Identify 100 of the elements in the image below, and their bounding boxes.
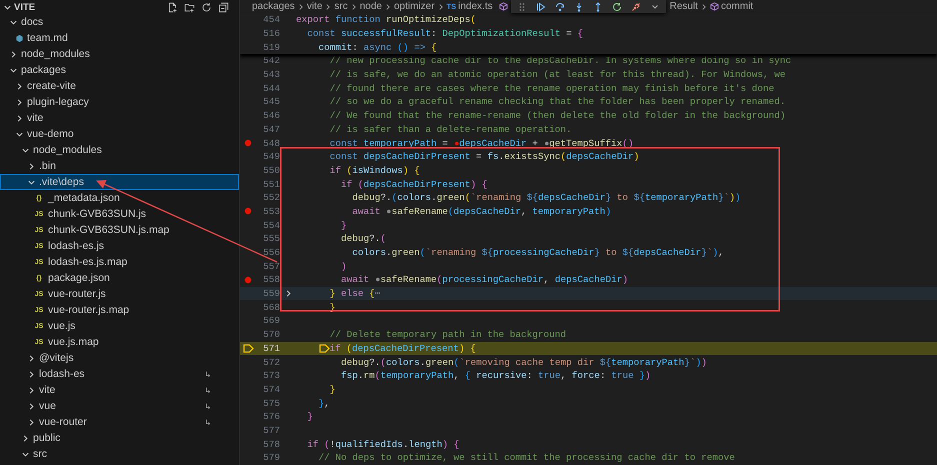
cube-icon [498,2,508,11]
code-line: const successfulResult: DepOptimizationResult = { [306,28,583,40]
code-line: commit: async () => { [318,42,437,53]
tree-item[interactable]: plugin-legacy [0,94,239,110]
tree-item[interactable]: public [0,430,239,446]
tree-item[interactable]: vite [0,382,239,398]
new-folder-icon[interactable] [184,2,195,12]
breakpoint-icon[interactable] [244,276,252,284]
line-number: 569 [262,315,280,326]
cube-icon [710,2,719,11]
step-over-icon[interactable] [555,2,565,12]
code-line: // No deps to optimize, we still commit the processing cache dir to remove [318,452,735,464]
code-line: fsp.rm(temporaryPath, { recursive: true, force: true }) [340,370,651,382]
tree-item[interactable]: node_modules [0,142,239,158]
code-line: const depsCacheDirPresent = fs.existsSync(depsCacheDir) [328,151,640,162]
line-number: 553 [262,206,280,217]
tree-item[interactable]: packages [0,62,239,78]
line-number: 559 [262,288,280,300]
breadcrumb[interactable]: vite [306,1,322,12]
breadcrumb[interactable]: commit [720,1,754,12]
tree-item[interactable]: .vite\deps [0,174,239,190]
tree-item[interactable]: lodash-es [0,366,239,382]
code-line: // We found that the rename-rename (then delete the old folder in the background) [328,110,786,122]
line-number: 544 [262,82,280,94]
code-line: }, [318,398,330,409]
code-line: if (isWindows) { [328,164,420,176]
line-number: 543 [262,69,280,80]
tree-item[interactable]: @vitejs [0,350,239,366]
breadcrumb[interactable]: node [360,1,382,12]
line-number: 568 [262,302,280,313]
line-number: 557 [262,260,280,272]
code-line: } [328,384,336,395]
line-number: 575 [262,398,280,409]
tree-item[interactable]: vite [0,110,239,126]
line-number: 516 [262,28,280,40]
tree-item[interactable]: vue-demo [0,126,239,142]
breadcrumb[interactable]: Result [670,1,698,12]
chevron-icon [324,2,332,10]
breadcrumb[interactable]: index.ts [458,1,493,12]
tree-item[interactable]: create-vite [0,78,239,94]
breakpoint-icon[interactable] [244,207,252,216]
chevron-icon [436,2,445,10]
line-number: 551 [262,178,280,190]
chevron-icon [384,2,392,10]
line-number: 573 [262,370,280,382]
tree-item[interactable]: src [0,446,239,462]
code-line: } else {⋯ [328,288,380,300]
chevron-icon [700,2,708,10]
line-number: 576 [262,411,280,422]
line-number: 556 [262,247,280,258]
line-number: 550 [262,164,280,176]
step-into-icon[interactable] [574,2,584,12]
tree-item[interactable]: node_modules [0,46,239,62]
line-number: 547 [262,124,280,135]
restart-icon[interactable] [612,2,622,12]
code-line: await safeRename(depsCacheDir, temporaryPath) [351,206,612,217]
tree-item[interactable]: vue-router [0,414,239,430]
line-number: 519 [262,42,280,53]
refresh-icon[interactable] [201,2,212,12]
code-line: debug?.( [340,233,386,244]
code-line: // is safe, we do an atomic operation (at least for this thread). For Windows, we [328,69,786,80]
line-number: 554 [262,220,280,231]
breadcrumb[interactable]: optimizer [394,1,435,12]
line-number: 545 [262,96,280,108]
code-line: if (depsCacheDirPresent) { [340,178,488,190]
line-number: 574 [262,384,280,395]
line-number: 558 [262,274,280,286]
line-number: 571 [262,342,280,354]
new-file-icon[interactable] [167,2,178,12]
code-line: } [306,411,313,422]
tree-item[interactable]: vue [0,398,239,414]
line-number: 579 [262,452,280,464]
drag-handle-icon[interactable] [517,2,527,12]
line-number: 546 [262,110,280,122]
code-line: // so we do a graceful rename checking that the folder has been properly renamed. [328,96,786,108]
line-number: 548 [262,138,280,149]
continue-icon[interactable] [536,2,546,12]
tree-item[interactable]: docs [0,14,239,30]
line-number: 454 [262,14,280,26]
line-number: 577 [262,424,280,436]
step-out-icon[interactable] [593,2,603,12]
code-line: } [340,220,347,231]
collapse-all-icon[interactable] [218,2,229,12]
line-number: 549 [262,151,280,162]
tree-item[interactable]: team.md [0,30,239,46]
code-line: colors.green(`renaming ${processingCacheDir} to ${depsCacheDir}`), [351,247,724,258]
code-line: export function runOptimizeDeps( [296,14,476,26]
breadcrumb[interactable]: packages [252,1,295,12]
line-number: 578 [262,438,280,450]
code-line: if (!qualifiedIds.length) { [306,438,460,450]
line-number: 552 [262,192,280,204]
breadcrumb[interactable]: src [334,1,348,12]
code-line: // is safer than a delete-rename operation. [328,124,572,135]
code-line: ) [340,260,347,272]
code-line: if (depsCacheDirPresent) { [296,342,476,354]
code-line: // found there are cases where the rename operation may finish before it's done [328,82,774,94]
disconnect-icon[interactable] [631,2,641,12]
line-number: 572 [262,356,280,368]
tree-item[interactable]: .bin [0,158,239,174]
breakpoint-icon[interactable] [244,139,252,148]
